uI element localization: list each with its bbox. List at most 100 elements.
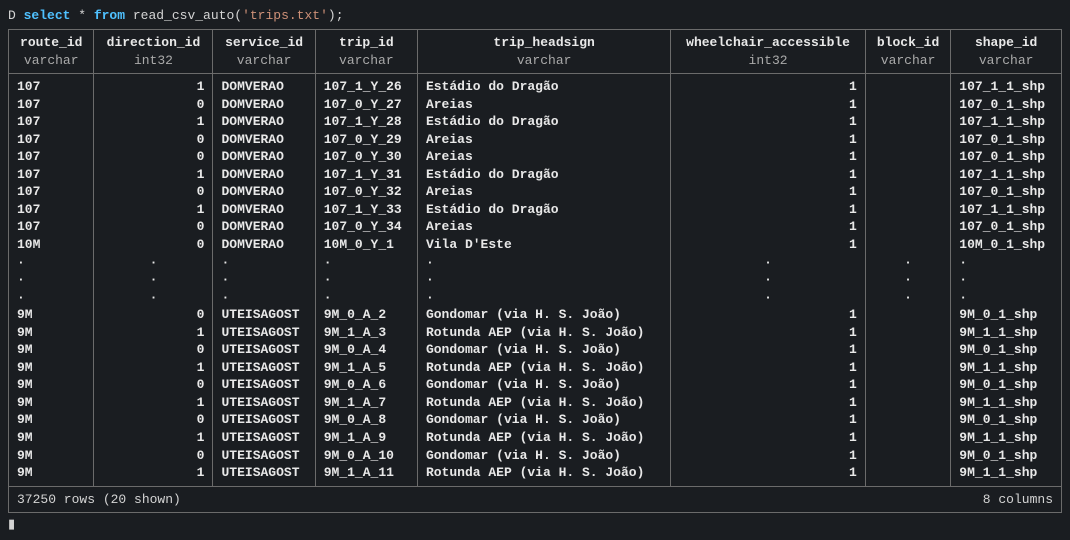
cell-direction_id: · [94, 289, 213, 307]
cell-block_id [865, 236, 950, 254]
cell-block_id: · [865, 289, 950, 307]
cell-shape_id: · [951, 254, 1062, 272]
cell-block_id [865, 74, 950, 96]
cell-shape_id: 107_0_1_shp [951, 96, 1062, 114]
cell-wheelchair_accessible: · [671, 271, 866, 289]
cell-shape_id: 9M_1_1_shp [951, 394, 1062, 412]
cell-service_id: UTEISAGOST [213, 447, 315, 465]
cell-shape_id: 9M_1_1_shp [951, 464, 1062, 486]
column-name: block_id [874, 34, 942, 52]
table-row: 9M0UTEISAGOST9M_0_A_4Gondomar (via H. S.… [9, 341, 1062, 359]
cell-block_id: · [865, 271, 950, 289]
cell-service_id: DOMVERAO [213, 166, 315, 184]
cell-route_id: 9M [9, 447, 94, 465]
cell-trip_id: · [315, 271, 417, 289]
cell-direction_id: 0 [94, 447, 213, 465]
cell-trip_id: 107_0_Y_34 [315, 218, 417, 236]
column-type: varchar [959, 52, 1053, 70]
cell-direction_id: 0 [94, 306, 213, 324]
cell-shape_id: 9M_0_1_shp [951, 376, 1062, 394]
cell-direction_id: 0 [94, 183, 213, 201]
close-paren: ); [328, 8, 344, 23]
cell-trip_headsign: Rotunda AEP (via H. S. João) [417, 394, 670, 412]
cell-trip_headsign: Gondomar (via H. S. João) [417, 447, 670, 465]
cell-direction_id: · [94, 271, 213, 289]
cell-route_id: 107 [9, 131, 94, 149]
column-header-direction_id: direction_idint32 [94, 30, 213, 74]
column-name: shape_id [959, 34, 1053, 52]
column-type: varchar [17, 52, 85, 70]
cell-service_id: DOMVERAO [213, 148, 315, 166]
cell-route_id: 107 [9, 166, 94, 184]
cell-service_id: UTEISAGOST [213, 341, 315, 359]
cell-wheelchair_accessible: 1 [671, 131, 866, 149]
sql-prompt[interactable]: D select * from read_csv_auto('trips.txt… [8, 8, 1062, 23]
cell-trip_headsign: Areias [417, 183, 670, 201]
cell-wheelchair_accessible: 1 [671, 236, 866, 254]
cursor[interactable]: ▮ [8, 517, 1062, 532]
cell-trip_id: 107_0_Y_30 [315, 148, 417, 166]
cell-direction_id: 0 [94, 96, 213, 114]
cell-block_id [865, 218, 950, 236]
table-row: 9M1UTEISAGOST9M_1_A_5Rotunda AEP (via H.… [9, 359, 1062, 377]
cell-route_id: 9M [9, 376, 94, 394]
cell-service_id: UTEISAGOST [213, 376, 315, 394]
cell-route_id: 107 [9, 201, 94, 219]
cell-wheelchair_accessible: 1 [671, 429, 866, 447]
keyword-select: select [24, 8, 71, 23]
cell-wheelchair_accessible: 1 [671, 359, 866, 377]
cell-block_id [865, 183, 950, 201]
column-header-shape_id: shape_idvarchar [951, 30, 1062, 74]
column-header-wheelchair_accessible: wheelchair_accessibleint32 [671, 30, 866, 74]
cell-shape_id: · [951, 289, 1062, 307]
cell-trip_id: 9M_0_A_10 [315, 447, 417, 465]
cell-direction_id: 0 [94, 148, 213, 166]
cell-trip_headsign: Areias [417, 148, 670, 166]
cell-trip_id: 107_1_Y_31 [315, 166, 417, 184]
table-row: 9M1UTEISAGOST9M_1_A_11Rotunda AEP (via H… [9, 464, 1062, 486]
cell-trip_headsign: Areias [417, 131, 670, 149]
cell-block_id [865, 324, 950, 342]
column-name: trip_id [324, 34, 409, 52]
cell-route_id: 107 [9, 96, 94, 114]
cell-trip_headsign: Rotunda AEP (via H. S. João) [417, 464, 670, 486]
cell-service_id: UTEISAGOST [213, 464, 315, 486]
cell-trip_id: 107_0_Y_27 [315, 96, 417, 114]
cell-direction_id: 0 [94, 376, 213, 394]
cell-trip_headsign: Areias [417, 218, 670, 236]
cell-route_id: 9M [9, 324, 94, 342]
cell-shape_id: 9M_1_1_shp [951, 359, 1062, 377]
table-row: 9M0UTEISAGOST9M_0_A_10Gondomar (via H. S… [9, 447, 1062, 465]
cell-block_id [865, 376, 950, 394]
cell-shape_id: 107_1_1_shp [951, 74, 1062, 96]
cell-service_id: DOMVERAO [213, 201, 315, 219]
cell-service_id: DOMVERAO [213, 183, 315, 201]
table-row: 9M0UTEISAGOST9M_0_A_6Gondomar (via H. S.… [9, 376, 1062, 394]
cell-route_id: 107 [9, 218, 94, 236]
keyword-from: from [94, 8, 125, 23]
cell-trip_id: 107_0_Y_29 [315, 131, 417, 149]
cell-trip_id: 10M_0_Y_1 [315, 236, 417, 254]
cell-trip_id: 9M_1_A_3 [315, 324, 417, 342]
cell-shape_id: 9M_1_1_shp [951, 324, 1062, 342]
cell-service_id: DOMVERAO [213, 131, 315, 149]
cell-trip_id: 9M_0_A_8 [315, 411, 417, 429]
cell-wheelchair_accessible: 1 [671, 201, 866, 219]
cell-route_id: 107 [9, 74, 94, 96]
cell-direction_id: 0 [94, 411, 213, 429]
row-count: 37250 rows (20 shown) [9, 486, 418, 513]
cell-direction_id: · [94, 254, 213, 272]
cell-route_id: · [9, 289, 94, 307]
table-row: 9M1UTEISAGOST9M_1_A_3Rotunda AEP (via H.… [9, 324, 1062, 342]
cell-shape_id: 9M_1_1_shp [951, 429, 1062, 447]
cell-direction_id: 1 [94, 324, 213, 342]
cell-direction_id: 1 [94, 113, 213, 131]
table-row: 1071DOMVERAO107_1_Y_28Estádio do Dragão1… [9, 113, 1062, 131]
cell-trip_id: 9M_1_A_9 [315, 429, 417, 447]
cell-trip_id: 9M_1_A_7 [315, 394, 417, 412]
cell-route_id: 9M [9, 394, 94, 412]
cell-shape_id: 107_0_1_shp [951, 183, 1062, 201]
cell-direction_id: 1 [94, 201, 213, 219]
cell-trip_headsign: Gondomar (via H. S. João) [417, 376, 670, 394]
cell-wheelchair_accessible: 1 [671, 341, 866, 359]
